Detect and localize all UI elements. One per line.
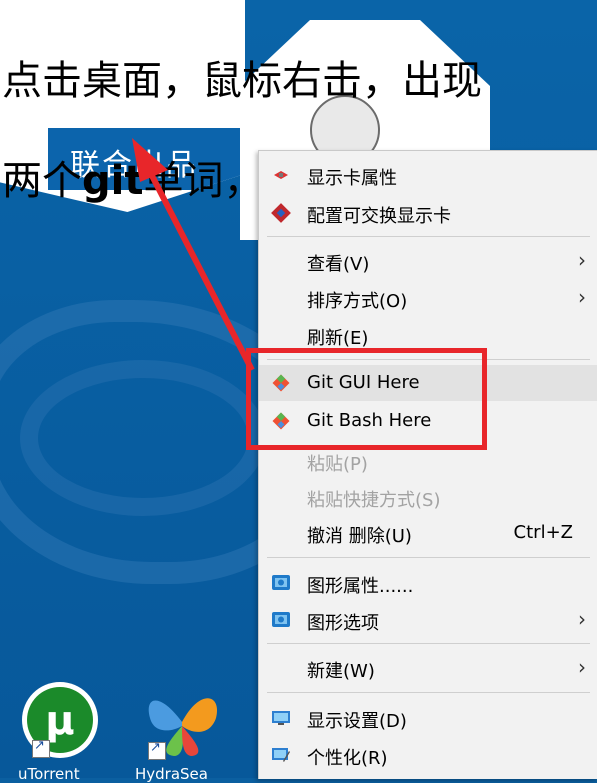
menu-item-personalize[interactable]: 个性化(R) <box>259 737 597 773</box>
menu-item-label: 显示卡属性 <box>307 168 397 189</box>
menu-item-graphics-properties-intel[interactable]: 图形属性...... <box>259 565 597 601</box>
menu-item-display-settings[interactable]: 显示设置(D) <box>259 700 597 736</box>
submenu-arrow-icon: › <box>578 248 586 272</box>
intel-graphics-icon <box>272 575 290 590</box>
menu-item-view[interactable]: 查看(V) › <box>259 243 597 279</box>
menu-item-label: 新建(W) <box>307 661 375 682</box>
hydrasea-desktop-icon[interactable] <box>140 682 236 778</box>
menu-item-label: 粘贴快捷方式(S) <box>307 490 441 511</box>
menu-item-label: 撤消 删除(U) <box>307 526 412 547</box>
caption-line-1: 点击桌面，鼠标右击，出现 <box>2 58 482 104</box>
submenu-arrow-icon: › <box>578 285 586 309</box>
intel-graphics-icon <box>272 612 290 627</box>
git-highlight-box <box>246 348 487 450</box>
menu-item-shortcut: Ctrl+Z <box>513 522 573 543</box>
personalize-icon <box>272 748 290 762</box>
utorrent-desktop-icon[interactable]: µ <box>20 680 116 776</box>
hydrasea-label: HydraSea <box>135 765 208 783</box>
menu-item-graphics-options[interactable]: 图形选项 › <box>259 602 597 638</box>
menu-item-label: 查看(V) <box>307 254 370 275</box>
menu-item-new[interactable]: 新建(W) › <box>259 650 597 686</box>
handshake-graphic-inner <box>20 360 266 516</box>
menu-separator <box>267 692 590 693</box>
menu-item-label: 粘贴(P) <box>307 454 368 475</box>
svg-text:µ: µ <box>45 698 74 744</box>
submenu-arrow-icon: › <box>578 607 586 631</box>
shortcut-arrow-icon <box>32 738 50 758</box>
menu-item-graphics-properties[interactable]: 显示卡属性 <box>259 157 597 193</box>
menu-separator <box>267 643 590 644</box>
menu-item-label: 配置可交换显示卡 <box>307 206 451 227</box>
menu-separator <box>267 557 590 558</box>
submenu-arrow-icon: › <box>578 655 586 679</box>
shortcut-arrow-icon <box>148 740 166 760</box>
menu-item-paste-shortcut[interactable]: 粘贴快捷方式(S) <box>259 479 597 515</box>
menu-item-label: 图形属性...... <box>307 576 414 597</box>
desktop-context-menu: 显示卡属性 配置可交换显示卡 查看(V) › 排序方式(O) › 刷新(E) G… <box>258 150 597 779</box>
graphics-properties-icon <box>274 171 288 179</box>
menu-item-label: 图形选项 <box>307 613 379 634</box>
switchable-graphics-icon <box>271 203 291 223</box>
caption-git-word: git <box>82 158 144 204</box>
menu-item-label: 刷新(E) <box>307 328 369 349</box>
utorrent-label: uTorrent <box>18 765 80 783</box>
menu-item-switchable-graphics[interactable]: 配置可交换显示卡 <box>259 195 597 231</box>
menu-separator <box>267 236 590 237</box>
menu-item-label: 排序方式(O) <box>307 291 408 312</box>
display-settings-icon <box>272 711 290 725</box>
caption-text: 两个 <box>2 158 82 204</box>
menu-item-undo-delete[interactable]: 撤消 删除(U) Ctrl+Z <box>259 515 597 551</box>
menu-item-label: 显示设置(D) <box>307 711 407 732</box>
menu-item-sort-by[interactable]: 排序方式(O) › <box>259 280 597 316</box>
menu-item-label: 个性化(R) <box>307 748 388 769</box>
